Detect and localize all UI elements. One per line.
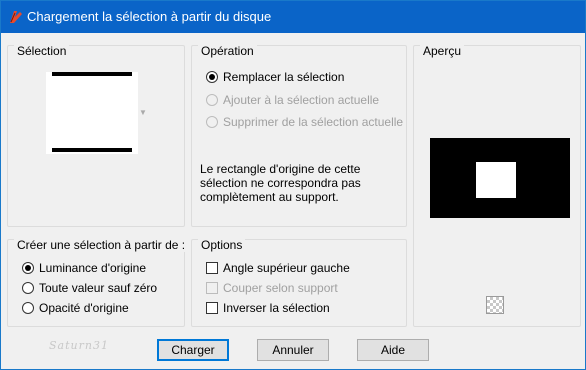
radio-subtract-selection: Supprimer de la sélection actuelle — [206, 115, 403, 129]
radio-label: Luminance d'origine — [39, 261, 147, 275]
source-group-title: Créer une sélection à partir de : — [14, 238, 189, 252]
radio-button[interactable] — [22, 282, 34, 294]
selection-group-title: Sélection — [14, 44, 70, 58]
radio-button[interactable] — [22, 302, 34, 314]
checkbox-crop-to-canvas: Couper selon support — [206, 281, 338, 295]
checkbox — [206, 282, 218, 294]
checkbox-label: Couper selon support — [223, 281, 338, 295]
radio-label: Remplacer la sélection — [223, 70, 345, 84]
selection-group: Sélection ▼ — [7, 44, 185, 227]
radio-source-opacity[interactable]: Opacité d'origine — [22, 301, 129, 315]
radio-button[interactable] — [22, 262, 34, 274]
checkbox-top-left-corner[interactable]: Angle supérieur gauche — [206, 261, 350, 275]
radio-label: Ajouter à la sélection actuelle — [223, 93, 380, 107]
radio-button — [206, 94, 218, 106]
checkbox-invert-selection[interactable]: Inverser la sélection — [206, 301, 330, 315]
operation-info-text: Le rectangle d'origine de cette sélectio… — [200, 162, 361, 204]
help-button[interactable]: Aide — [357, 339, 429, 361]
radio-label: Opacité d'origine — [39, 301, 129, 315]
load-button[interactable]: Charger — [157, 339, 229, 361]
radio-label: Toute valeur sauf zéro — [39, 281, 158, 295]
thumbnail-bar-bottom — [52, 148, 132, 152]
preview-group-title: Aperçu — [420, 44, 465, 58]
operation-group: Opération Remplacer la sélection Ajouter… — [191, 44, 407, 227]
preview-selection-rect — [476, 162, 516, 198]
radio-label: Supprimer de la sélection actuelle — [223, 115, 404, 129]
checkbox[interactable] — [206, 262, 218, 274]
source-group: Créer une sélection à partir de : Lumina… — [7, 238, 189, 327]
paint-app-icon — [10, 11, 22, 23]
options-group: Options Angle supérieur gauche Couper se… — [191, 238, 407, 327]
checkbox-label: Inverser la sélection — [223, 301, 330, 315]
options-group-title: Options — [198, 238, 246, 252]
thumbnail-dropdown-icon[interactable]: ▼ — [139, 108, 147, 117]
window-title: Chargement la sélection à partir du disq… — [27, 9, 272, 24]
dialog-window: Chargement la sélection à partir du disq… — [0, 0, 586, 370]
watermark-signature: Saturn31 — [49, 339, 109, 352]
checkbox-label: Angle supérieur gauche — [223, 261, 350, 275]
title-bar[interactable]: Chargement la sélection à partir du disq… — [1, 1, 585, 33]
radio-source-nonzero[interactable]: Toute valeur sauf zéro — [22, 281, 157, 295]
checkerboard-icon[interactable] — [486, 296, 504, 314]
preview-group: Aperçu — [413, 44, 581, 327]
selection-thumbnail[interactable] — [46, 72, 138, 154]
operation-group-title: Opération — [198, 44, 257, 58]
radio-button — [206, 116, 218, 128]
preview-canvas — [430, 138, 570, 218]
radio-add-selection: Ajouter à la sélection actuelle — [206, 93, 379, 107]
thumbnail-bar-top — [52, 72, 132, 76]
cancel-button[interactable]: Annuler — [257, 339, 329, 361]
radio-replace-selection[interactable]: Remplacer la sélection — [206, 70, 344, 84]
radio-button[interactable] — [206, 71, 218, 83]
checkbox[interactable] — [206, 302, 218, 314]
radio-source-luminance[interactable]: Luminance d'origine — [22, 261, 146, 275]
